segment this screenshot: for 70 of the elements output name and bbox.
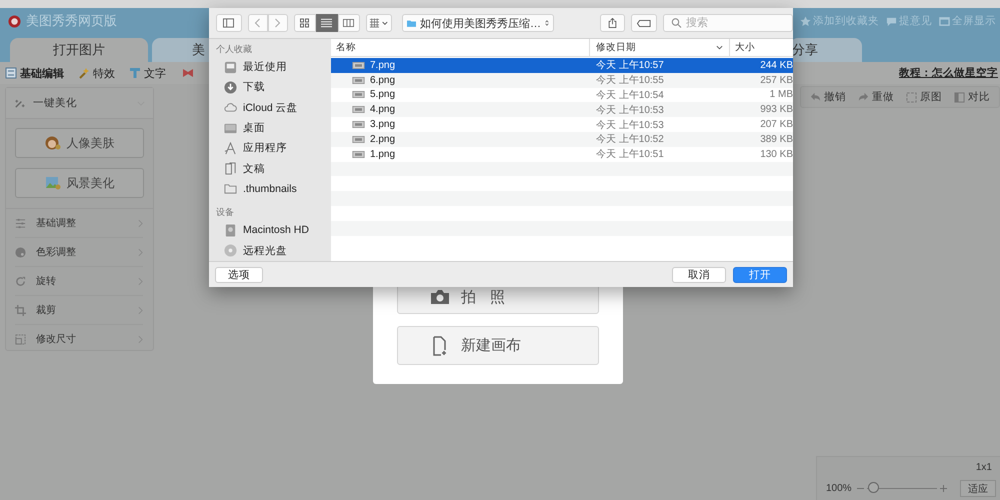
history-button[interactable]: 撤销 [805,88,851,106]
sidebar-item[interactable]: 最近使用 [209,57,331,78]
file-size: 993 KB [759,104,793,116]
file-row[interactable]: 6.png 今天 上午10:55 257 KB [331,72,793,88]
sidebar-item[interactable]: iCloud 云盘 [209,98,331,118]
column-header[interactable]: 大小 [730,39,793,56]
file-name: 4.png [370,104,396,116]
options-button[interactable]: 选项 [215,266,263,282]
sidebar-item[interactable]: 桌面 [209,118,331,138]
adjust-item[interactable]: 基础调整 [15,209,143,238]
sidebar-item[interactable]: 下载 [209,77,331,98]
panel-title: 一键美化 [33,96,77,110]
tab[interactable]: 打开图片 [10,38,148,62]
file-date: 今天 上午10:54 [595,88,665,102]
zoom-percent: 100% [826,483,852,494]
file-date: 今天 上午10:55 [595,74,665,88]
file-date: 今天 上午10:53 [595,104,665,117]
file-row[interactable]: 1.png 今天 上午10:51 130 KB [331,146,793,162]
file-name: 6.png [370,74,396,86]
adjust-item[interactable]: 色彩调整 [15,238,143,267]
file-size: 130 KB [759,148,793,160]
file-name: 2.png [370,134,396,145]
file-name: 1.png [370,148,396,160]
column-header[interactable]: 名称 [331,39,590,56]
file-name: 5.png [370,89,396,100]
sidebar-heading: 设备 [215,206,235,220]
file-row[interactable]: 7.png 今天 上午10:57 244 KB [331,58,793,73]
sidebar-item[interactable]: 远程光盘 [209,240,331,261]
tutorial-link[interactable]: 教程：怎么做星空字 [899,66,998,80]
app-title: 美图秀秀网页版 [26,12,117,30]
start-button[interactable]: 新建画布 [397,326,599,365]
history-button[interactable]: 对比 [949,88,995,106]
file-row[interactable]: 2.png 今天 上午10:52 389 KB [331,132,793,147]
file-row[interactable]: 3.png 今天 上午10:53 207 KB [331,117,793,132]
fit-button[interactable]: 适应 [960,480,996,497]
toolbar-button[interactable]: 基础编辑 [5,66,64,80]
file-row[interactable]: 5.png 今天 上午10:54 1 MB [331,88,793,102]
image-size: 1x1 [976,462,992,472]
column-header[interactable]: 修改日期 [590,39,730,56]
beautify-button[interactable]: 风景美化 [15,168,144,198]
toolbar-button[interactable]: 特效 [78,66,115,80]
open-button[interactable]: 打开 [733,266,787,282]
tab[interactable]: 分享 [790,38,862,62]
file-size: 207 KB [759,119,793,130]
file-date: 今天 上午10:51 [595,148,665,162]
folder-path-dropdown[interactable]: 如何使用美图秀秀压缩… [402,14,554,32]
file-row[interactable]: 4.png 今天 上午10:53 993 KB [331,102,793,118]
sidebar-item[interactable]: 应用程序 [209,138,331,158]
history-button[interactable]: 重做 [853,88,899,106]
cancel-button[interactable]: 取消 [672,266,726,282]
sidebar-heading: 个人收藏 [215,43,253,56]
sidebar-item[interactable]: Macintosh HD [209,220,331,240]
adjust-item[interactable]: 旋转 [15,267,143,296]
file-name: 3.png [370,119,396,130]
sidebar-item[interactable]: .thumbnails [209,178,331,200]
file-size: 1 MB [768,89,793,100]
adjust-item[interactable]: 修改尺寸 [15,325,143,353]
file-date: 今天 上午10:52 [595,132,665,146]
beautify-button[interactable]: 人像美肤 [15,128,144,158]
file-size: 257 KB [759,74,793,86]
adjust-item[interactable]: 裁剪 [15,296,143,325]
file-size: 244 KB [759,60,793,71]
sidebar-item[interactable]: 文稿 [209,158,331,179]
toolbar-button[interactable]: 文字 [129,66,166,80]
file-size: 389 KB [759,134,793,145]
file-date: 今天 上午10:57 [595,58,665,72]
search-field[interactable]: 搜索 [663,14,793,32]
file-name: 7.png [370,60,396,71]
file-date: 今天 上午10:53 [595,118,665,132]
history-button[interactable]: 原图 [901,88,947,106]
